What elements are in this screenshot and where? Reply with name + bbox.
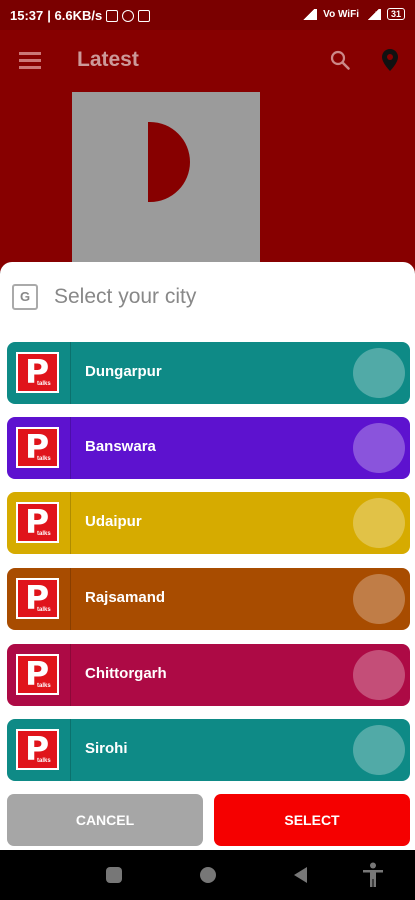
background-logo (72, 92, 260, 272)
city-option-dungarpur[interactable]: Ptalks Dungarpur (7, 342, 410, 404)
city-name: Dungarpur (85, 363, 162, 380)
battery-icon: 31 (386, 8, 405, 20)
wifi-icon (364, 8, 381, 20)
city-name: Banswara (85, 438, 156, 455)
network-label: Vo WiFi (323, 8, 359, 20)
ptalks-logo-icon: Ptalks (16, 427, 59, 468)
city-option-sirohi[interactable]: Ptalks Sirohi (7, 719, 410, 781)
app-bar: Latest (0, 30, 415, 92)
city-option-udaipur[interactable]: Ptalks Udaipur (7, 492, 410, 554)
radio-button[interactable] (353, 650, 405, 700)
status-left: 15:37 | 6.6KB/s (10, 8, 151, 23)
ptalks-logo-icon: Ptalks (16, 654, 59, 695)
status-time: 15:37 (10, 8, 44, 23)
background-content (0, 92, 415, 272)
select-button[interactable]: SELECT (214, 794, 410, 846)
radio-button[interactable] (353, 348, 405, 398)
city-option-rajsamand[interactable]: Ptalks Rajsamand (7, 568, 410, 630)
app-notification-icon (138, 9, 151, 22)
city-name: Udaipur (85, 513, 142, 530)
radio-button[interactable] (353, 574, 405, 624)
accessibility-icon[interactable] (362, 862, 384, 888)
status-bar: 15:37 | 6.6KB/s Vo WiFi 31 (0, 0, 415, 30)
dialog-header: G Select your city (12, 284, 196, 310)
status-right: Vo WiFi 31 (301, 8, 405, 20)
hamburger-menu-icon[interactable] (19, 52, 41, 69)
recents-icon[interactable] (106, 867, 122, 883)
alarm-icon (122, 9, 135, 22)
navigation-bar (0, 850, 415, 900)
dialog-title: Select your city (54, 285, 197, 308)
ptalks-logo-icon: Ptalks (16, 729, 59, 770)
app-title: Latest (77, 48, 139, 71)
notification-icon (106, 9, 119, 22)
back-icon[interactable] (294, 867, 307, 883)
city-name: Rajsamand (85, 589, 166, 606)
status-speed: | 6.6KB/s (47, 8, 103, 23)
signal-icon (301, 8, 318, 20)
city-name: Chittorgarh (85, 665, 167, 682)
ptalks-logo-icon: Ptalks (16, 578, 59, 619)
city-name: Sirohi (85, 740, 128, 757)
location-pin-icon[interactable] (380, 48, 400, 72)
city-option-chittorgarh[interactable]: Ptalks Chittorgarh (7, 644, 410, 706)
city-option-banswara[interactable]: Ptalks Banswara (7, 417, 410, 479)
radio-button[interactable] (353, 423, 405, 473)
home-icon[interactable] (200, 867, 216, 883)
ptalks-logo-icon: Ptalks (16, 502, 59, 543)
radio-button[interactable] (353, 725, 405, 775)
radio-button[interactable] (353, 498, 405, 548)
translate-icon: G (12, 284, 38, 310)
search-icon[interactable] (330, 50, 350, 70)
cancel-button[interactable]: CANCEL (7, 794, 203, 846)
ptalks-logo-icon: Ptalks (16, 352, 59, 393)
